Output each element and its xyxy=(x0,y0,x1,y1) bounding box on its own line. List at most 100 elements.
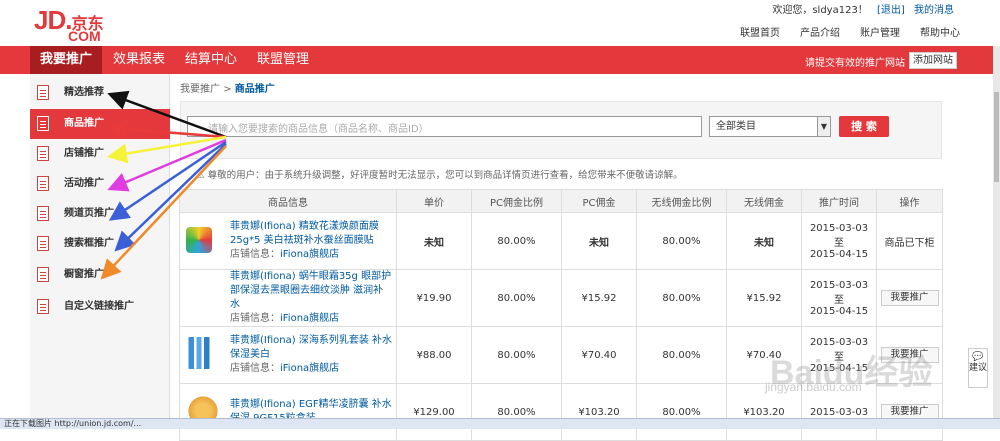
add-site-button[interactable]: 添加网站 xyxy=(909,52,957,69)
document-icon xyxy=(37,85,49,100)
store-link[interactable]: iFiona旗舰店 xyxy=(280,313,339,324)
promo-time-cell: 2015-03-03 至 2015-04-15 xyxy=(801,269,877,327)
pc-rate-cell: 80.00% xyxy=(471,212,562,270)
pc-commission-cell: ¥15.92 xyxy=(561,269,637,327)
chevron-down-icon[interactable]: ▼ xyxy=(817,117,830,136)
feedback-button[interactable]: 💬 建议 xyxy=(968,348,988,388)
breadcrumb-separator: > xyxy=(223,84,232,95)
chat-icon: 💬 xyxy=(972,352,984,362)
scrollbar-thumb[interactable] xyxy=(994,92,999,182)
link-help[interactable]: 帮助中心 xyxy=(920,24,960,39)
top-links: 联盟首页 产品介绍 账户管理 帮助中心 xyxy=(740,24,960,39)
pc-rate-cell: 80.00% xyxy=(471,326,562,384)
sidebar-item-searchbox[interactable]: 搜索框推广 xyxy=(30,229,170,259)
top-header: JD.京东 COM 欢迎您，sldya123！ [退出] 我的消息 联盟首页 产… xyxy=(0,0,1000,46)
document-icon xyxy=(37,116,49,131)
category-select[interactable]: 全部类目 ▼ xyxy=(709,116,831,137)
price-cell: ¥88.00 xyxy=(396,326,472,384)
pc-rate-cell: 80.00% xyxy=(471,269,562,327)
notice-text: ⚠ 尊敬的用户：由于系统升级调整，好评度暂时无法显示，您可以到商品详情页进行查看… xyxy=(196,170,683,181)
table-row: 菲贵娜(Ifiona) 精致花漾焕颜面膜25g*5 美白祛斑补水蚕丝面膜贴 店铺… xyxy=(179,212,943,270)
promo-time-cell: 2015-03-03 至 2015-04-15 xyxy=(801,212,877,270)
breadcrumb-root[interactable]: 我要推广 xyxy=(180,84,220,95)
welcome-bar: 欢迎您，sldya123！ [退出] 我的消息 xyxy=(772,1,954,16)
product-cell: 菲贵娜(Ifiona) 深海系列乳套装 补水保湿美白 店铺信息：iFiona旗舰… xyxy=(179,326,397,384)
category-select-value: 全部类目 xyxy=(716,121,756,132)
wireless-commission-cell: ¥15.92 xyxy=(726,269,802,327)
wireless-rate-cell: 80.00% xyxy=(636,326,727,384)
breadcrumb: 我要推广 > 商品推广 xyxy=(180,80,275,95)
document-icon xyxy=(37,236,49,251)
store-info: 店铺信息：iFiona旗舰店 xyxy=(230,363,340,374)
link-product-intro[interactable]: 产品介绍 xyxy=(800,24,840,39)
wireless-rate-cell: 80.00% xyxy=(636,383,727,441)
price-cell: ¥19.90 xyxy=(396,269,472,327)
pc-commission-cell: ¥103.20 xyxy=(561,383,637,441)
operation-cell: 商品已下柜 xyxy=(876,212,943,270)
nav-settlement[interactable]: 结算中心 xyxy=(179,46,243,74)
sidebar-item-window[interactable]: 橱窗推广 xyxy=(30,260,170,290)
col-promo-time: 推广时间 xyxy=(801,189,877,213)
wireless-rate-cell: 80.00% xyxy=(636,269,727,327)
document-icon xyxy=(37,176,49,191)
store-link[interactable]: iFiona旗舰店 xyxy=(280,363,339,374)
product-name-link[interactable]: 菲贵娜(Ifiona) 精致花漾焕颜面膜25g*5 美白祛斑补水蚕丝面膜贴 xyxy=(230,220,392,248)
col-price: 单价 xyxy=(396,189,472,213)
store-link[interactable]: iFiona旗舰店 xyxy=(280,249,339,260)
price-cell: ¥129.00 xyxy=(396,383,472,441)
search-input[interactable]: 请输入您要搜索的商品信息（商品名称、商品ID） xyxy=(187,116,702,137)
wireless-rate-cell: 80.00% xyxy=(636,212,727,270)
product-table: 商品信息 单价 PC佣金比例 PC佣金 无线佣金比例 无线佣金 推广时间 操作 … xyxy=(179,189,943,441)
search-button[interactable]: 搜 索 xyxy=(839,116,889,137)
product-thumbnail[interactable] xyxy=(186,337,212,369)
product-thumbnail[interactable] xyxy=(186,227,212,253)
table-header-row: 商品信息 单价 PC佣金比例 PC佣金 无线佣金比例 无线佣金 推广时间 操作 xyxy=(179,189,943,213)
operation-cell: 我要推广 xyxy=(876,269,943,327)
sidebar-item-custom-link[interactable]: 自定义链接推广 xyxy=(30,292,170,322)
product-name-link[interactable]: 菲贵娜(Ifiona) 深海系列乳套装 补水保湿美白 xyxy=(230,334,392,362)
pc-commission-cell: ¥70.40 xyxy=(561,326,637,384)
watermark-url: jingyan.baidu.com xyxy=(765,380,862,394)
messages-link[interactable]: 我的消息 xyxy=(914,5,954,16)
wireless-commission-cell: 未知 xyxy=(726,212,802,270)
pc-rate-cell: 80.00% xyxy=(471,383,562,441)
main-nav: 我要推广 效果报表 结算中心 联盟管理 请提交有效的推广网站 添加网站 xyxy=(0,46,993,74)
col-product-info: 商品信息 xyxy=(179,189,397,213)
sidebar-item-shop[interactable]: 店铺推广 xyxy=(30,139,170,169)
sidebar-item-activity[interactable]: 活动推广 xyxy=(30,169,170,199)
nav-note: 请提交有效的推广网站 xyxy=(805,58,905,69)
jd-logo-com: COM xyxy=(68,28,101,44)
document-icon xyxy=(37,299,49,314)
promote-button[interactable]: 我要推广 xyxy=(880,290,939,306)
document-icon xyxy=(37,146,49,161)
store-info: 店铺信息：iFiona旗舰店 xyxy=(230,249,340,260)
logout-link[interactable]: [退出] xyxy=(877,5,905,16)
link-union-home[interactable]: 联盟首页 xyxy=(740,24,780,39)
product-cell: 菲贵娜(Ifiona) 蜗牛眼霜35g 眼部护部保湿去黑眼圈去细纹淡肿 滋润补水… xyxy=(179,269,397,327)
table-row: 菲贵娜(Ifiona) 蜗牛眼霜35g 眼部护部保湿去黑眼圈去细纹淡肿 滋润补水… xyxy=(179,269,943,327)
info-icon: ⚠ xyxy=(196,170,205,181)
pc-commission-cell: 未知 xyxy=(561,212,637,270)
welcome-text: 欢迎您，sldya123！ xyxy=(772,5,868,16)
store-info: 店铺信息：iFiona旗舰店 xyxy=(230,313,340,324)
sidebar-item-product[interactable]: 商品推广 xyxy=(30,109,170,139)
nav-promote[interactable]: 我要推广 xyxy=(30,46,102,74)
col-wireless-commission: 无线佣金 xyxy=(726,189,802,213)
product-cell: 菲贵娜(Ifiona) 精致花漾焕颜面膜25g*5 美白祛斑补水蚕丝面膜贴 店铺… xyxy=(179,212,397,270)
sidebar-item-featured[interactable]: 精选推荐 xyxy=(30,78,170,108)
breadcrumb-current: 商品推广 xyxy=(234,84,275,95)
product-name-link[interactable]: 菲贵娜(Ifiona) 蜗牛眼霜35g 眼部护部保湿去黑眼圈去细纹淡肿 滋润补水 xyxy=(230,270,392,312)
nav-reports[interactable]: 效果报表 xyxy=(107,46,171,74)
sidebar-item-channel[interactable]: 频道页推广 xyxy=(30,199,170,229)
col-pc-rate: PC佣金比例 xyxy=(471,189,562,213)
sidebar: 精选推荐 商品推广 店铺推广 活动推广 频道页推广 搜索框推广 橱窗推广 自定义… xyxy=(30,74,170,429)
status-bar: 正在下载图片 http://union.jd.com/... xyxy=(0,418,1000,429)
price-cell: 未知 xyxy=(396,212,472,270)
col-operation: 操作 xyxy=(876,189,943,213)
nav-management[interactable]: 联盟管理 xyxy=(251,46,315,74)
link-account[interactable]: 账户管理 xyxy=(860,24,900,39)
document-icon xyxy=(37,206,49,221)
col-pc-commission: PC佣金 xyxy=(561,189,637,213)
document-icon xyxy=(37,267,49,282)
col-wireless-rate: 无线佣金比例 xyxy=(636,189,727,213)
